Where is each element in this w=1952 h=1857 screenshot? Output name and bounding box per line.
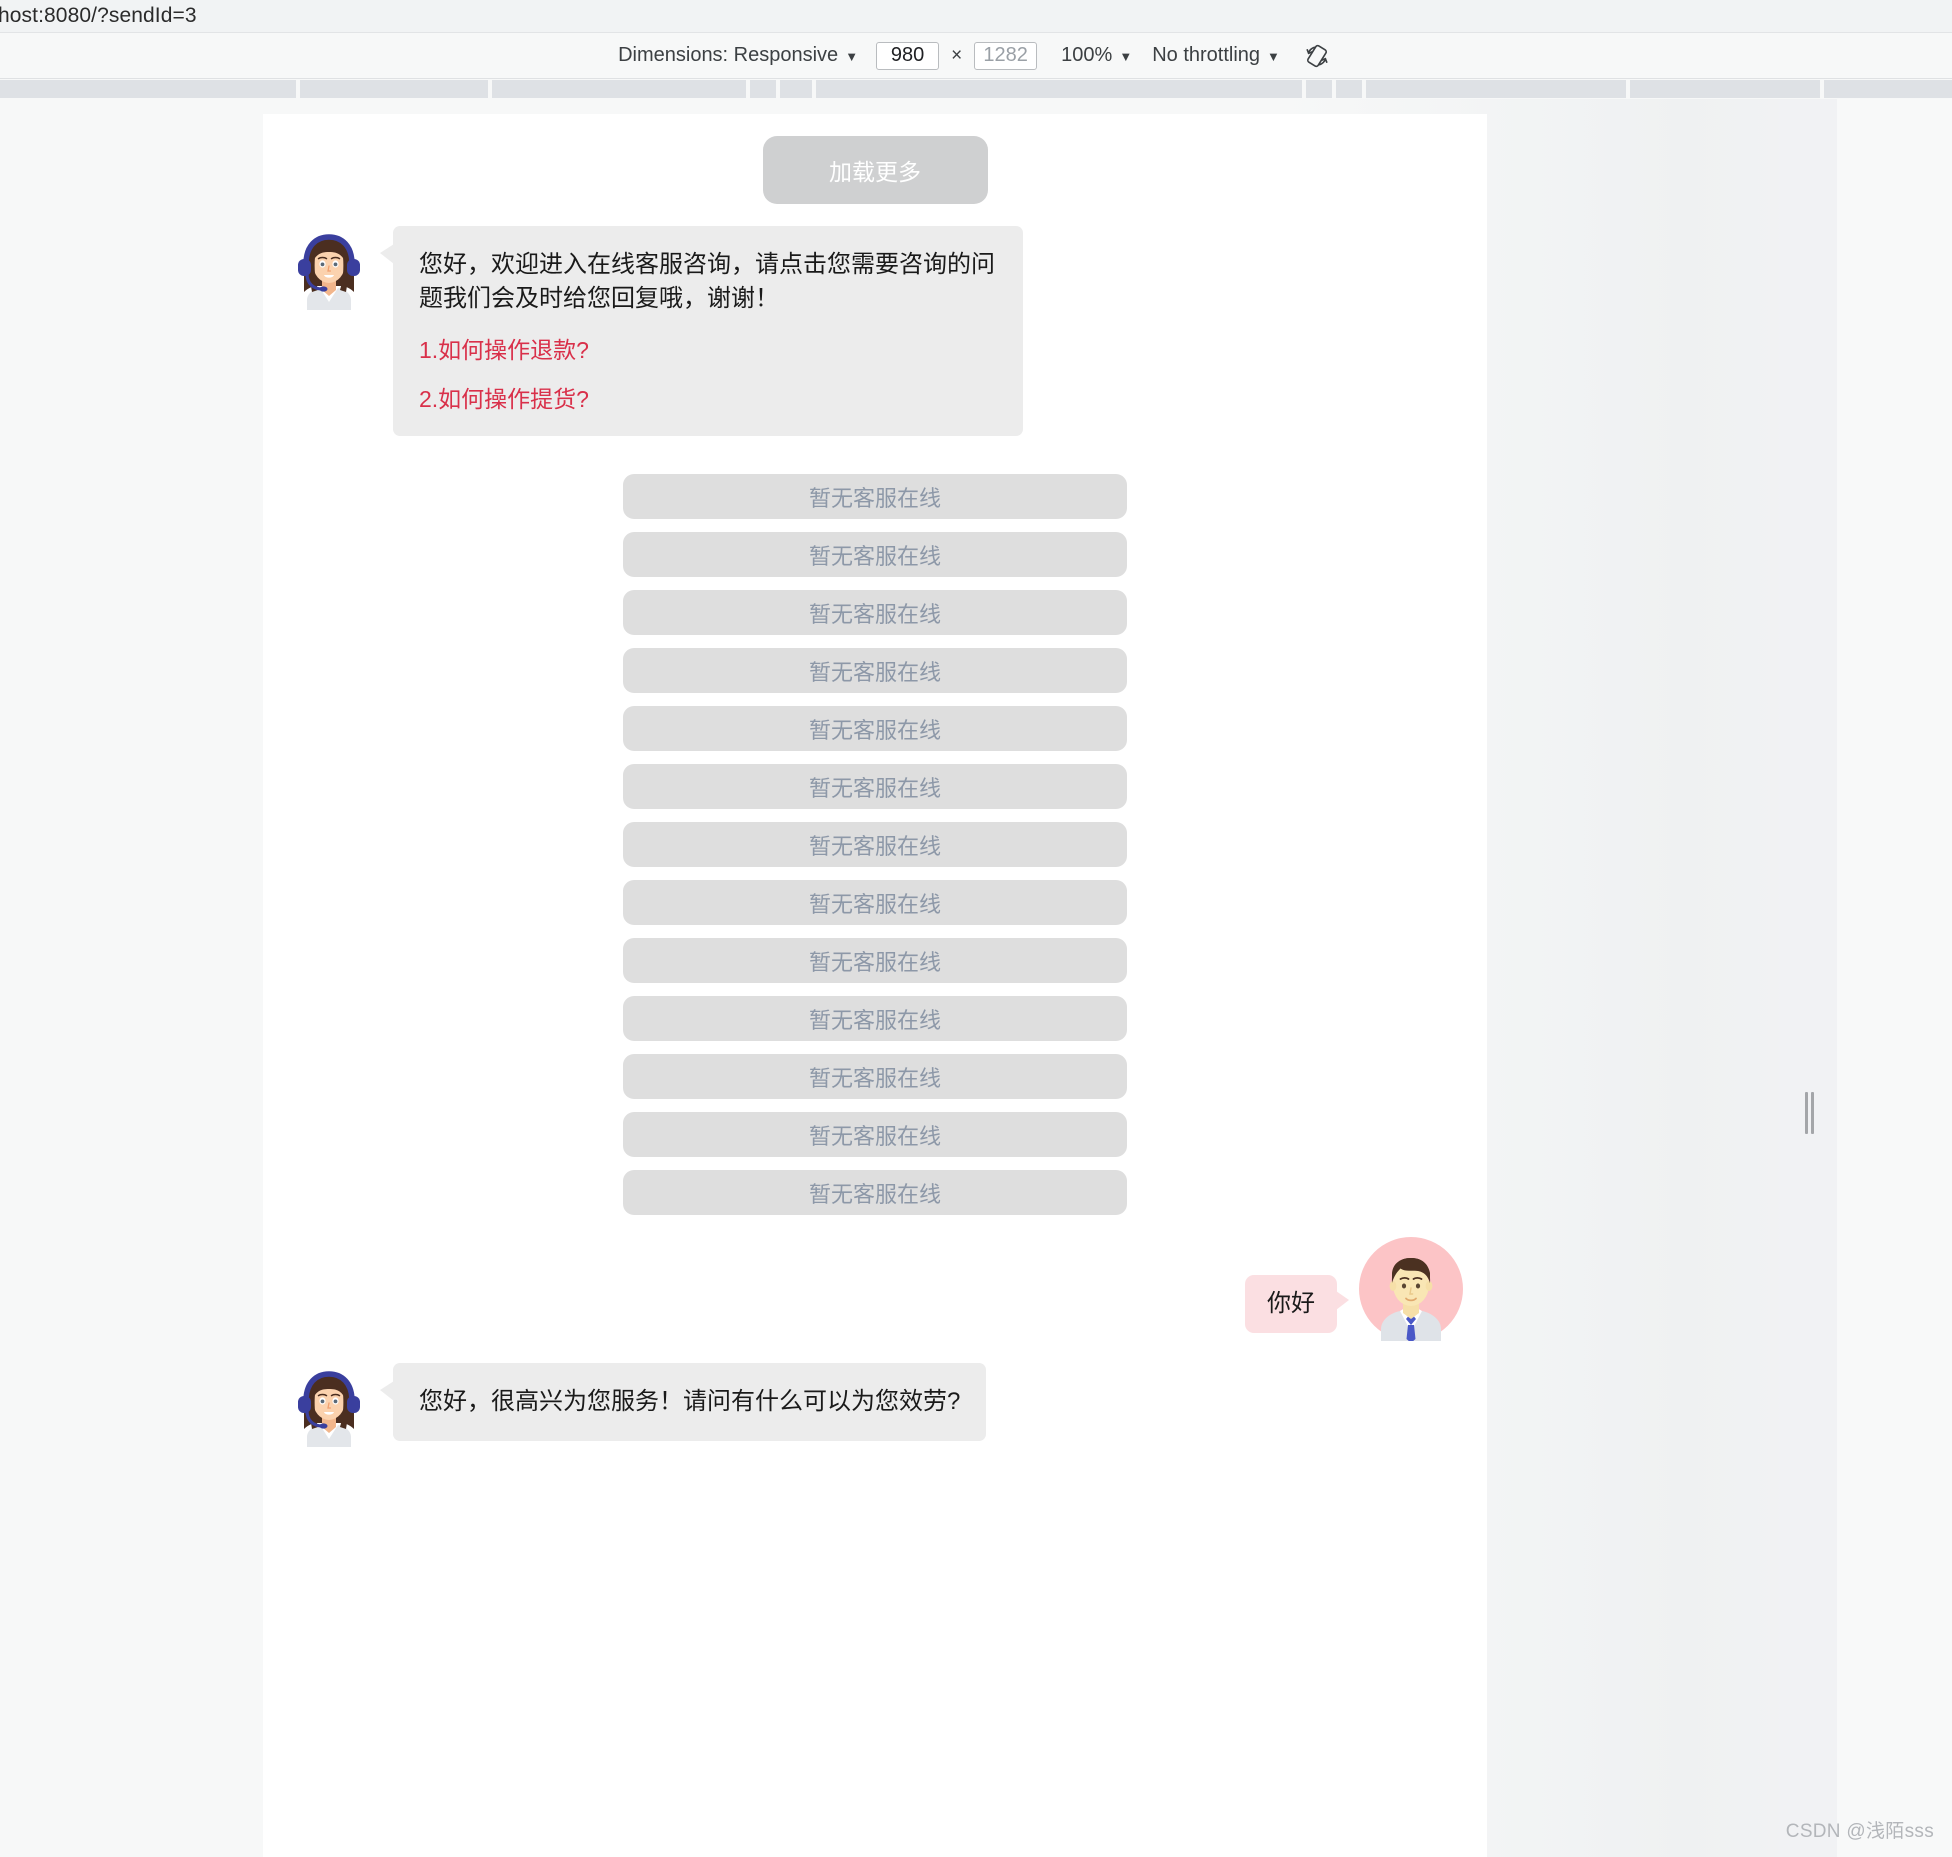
chat-container: 加载更多 您好，欢迎进入在线客服咨询，请点击您需要咨询的问题我们会及时给您回复哦… (263, 114, 1487, 1448)
queue-item-no-agent-online[interactable]: 暂无客服在线 (623, 1054, 1127, 1100)
device-preset-segment-6[interactable] (1306, 80, 1332, 98)
message-row-agent-welcome: 您好，欢迎进入在线客服咨询，请点击您需要咨询的问题我们会及时给您回复哦，谢谢！ … (263, 226, 1487, 437)
agent-avatar-headset (287, 1363, 371, 1448)
rotate-device-icon[interactable] (1300, 39, 1334, 73)
queue-item-no-agent-online[interactable]: 暂无客服在线 (623, 1112, 1127, 1158)
queue-item-no-agent-online[interactable]: 暂无客服在线 (623, 532, 1127, 578)
viewport-resize-handle[interactable] (1805, 1092, 1814, 1134)
load-more-button[interactable]: 加载更多 (762, 136, 988, 204)
load-more-row: 加载更多 (263, 136, 1487, 204)
viewport-height-input[interactable] (974, 41, 1038, 70)
queue-item-no-agent-online[interactable]: 暂无客服在线 (623, 996, 1127, 1042)
page-viewport: 加载更多 您好，欢迎进入在线客服咨询，请点击您需要咨询的问题我们会及时给您回复哦… (263, 114, 1487, 1857)
message-row-user: 你好 (263, 1237, 1487, 1344)
zoom-label: 100% (1061, 44, 1113, 66)
agent-reply-text: 您好，很高兴为您服务！请问有什么可以为您效劳? (419, 1388, 961, 1416)
agent-message-text: 您好，欢迎进入在线客服咨询，请点击您需要咨询的问题我们会及时给您回复哦，谢谢！ (419, 251, 995, 313)
throttling-label: No throttling (1152, 44, 1261, 66)
dimensions-label: Dimensions: Responsive (618, 44, 839, 66)
agent-avatar-headset (287, 226, 371, 310)
device-mode-toolbar: Dimensions: Responsive ▼ × 100% ▼ No thr… (0, 33, 1952, 79)
faq-link-refund[interactable]: 1.如何操作退款? (419, 331, 997, 365)
canvas-right-margin (1837, 99, 1952, 1857)
device-preset-segment-5[interactable] (816, 80, 1302, 98)
chevron-down-icon: ▼ (845, 49, 859, 64)
queue-item-no-agent-online[interactable]: 暂无客服在线 (623, 648, 1127, 694)
browser-url-bar[interactable]: host:8080/?sendId=3 (0, 0, 1952, 33)
queue-item-no-agent-online[interactable]: 暂无客服在线 (623, 880, 1127, 926)
url-text: host:8080/?sendId=3 (0, 4, 197, 27)
grip-bar-right (1811, 1092, 1814, 1134)
queue-item-no-agent-online[interactable]: 暂无客服在线 (623, 590, 1127, 636)
user-message-bubble: 你好 (1245, 1275, 1349, 1334)
queue-item-no-agent-online[interactable]: 暂无客服在线 (623, 474, 1127, 520)
chevron-down-icon: ▼ (1267, 49, 1280, 64)
user-message-text: 你好 (1267, 1290, 1315, 1318)
device-preset-segment-4[interactable] (780, 80, 812, 98)
queue-item-no-agent-online[interactable]: 暂无客服在线 (623, 706, 1127, 752)
queue-item-no-agent-online[interactable]: 暂无客服在线 (623, 938, 1127, 984)
dimension-separator: × (951, 44, 963, 66)
device-preset-segment-8[interactable] (1366, 80, 1626, 98)
device-preset-segment-9[interactable] (1630, 80, 1820, 98)
viewport-width-input[interactable] (876, 41, 940, 70)
zoom-dropdown[interactable]: 100% ▼ (1061, 33, 1132, 78)
no-agent-online-list: 暂无客服在线 暂无客服在线 暂无客服在线 暂无客服在线 暂无客服在线 暂无客服在线 暂无客服… (263, 474, 1487, 1216)
device-preset-segment-7[interactable] (1336, 80, 1362, 98)
device-preset-segment-2[interactable] (492, 80, 746, 98)
agent-reply-bubble: 您好，很高兴为您服务！请问有什么可以为您效劳? (379, 1363, 987, 1442)
watermark: CSDN @浅陌sss (1785, 1821, 1934, 1842)
dimensions-dropdown[interactable]: Dimensions: Responsive ▼ (618, 33, 858, 78)
queue-item-no-agent-online[interactable]: 暂无客服在线 (623, 1170, 1127, 1216)
queue-item-no-agent-online[interactable]: 暂无客服在线 (623, 822, 1127, 868)
chevron-down-icon: ▼ (1119, 49, 1133, 64)
device-preset-segment-0[interactable] (0, 80, 296, 98)
message-row-agent-reply: 您好，很高兴为您服务！请问有什么可以为您效劳? (263, 1363, 1487, 1448)
device-preset-segment-1[interactable] (300, 80, 488, 98)
faq-link-pickup[interactable]: 2.如何操作提货? (419, 380, 997, 414)
device-preset-segment-3[interactable] (750, 80, 776, 98)
agent-message-bubble: 您好，欢迎进入在线客服咨询，请点击您需要咨询的问题我们会及时给您回复哦，谢谢！ … (380, 226, 1023, 437)
viewport-resize-track (1779, 99, 1837, 1857)
device-preset-segment-10[interactable] (1824, 80, 1952, 98)
throttling-dropdown[interactable]: No throttling ▼ (1152, 33, 1280, 78)
grip-bar-left (1805, 1092, 1808, 1134)
user-avatar-male (1359, 1237, 1463, 1344)
device-preset-ruler (0, 79, 1952, 99)
queue-item-no-agent-online[interactable]: 暂无客服在线 (623, 764, 1127, 810)
